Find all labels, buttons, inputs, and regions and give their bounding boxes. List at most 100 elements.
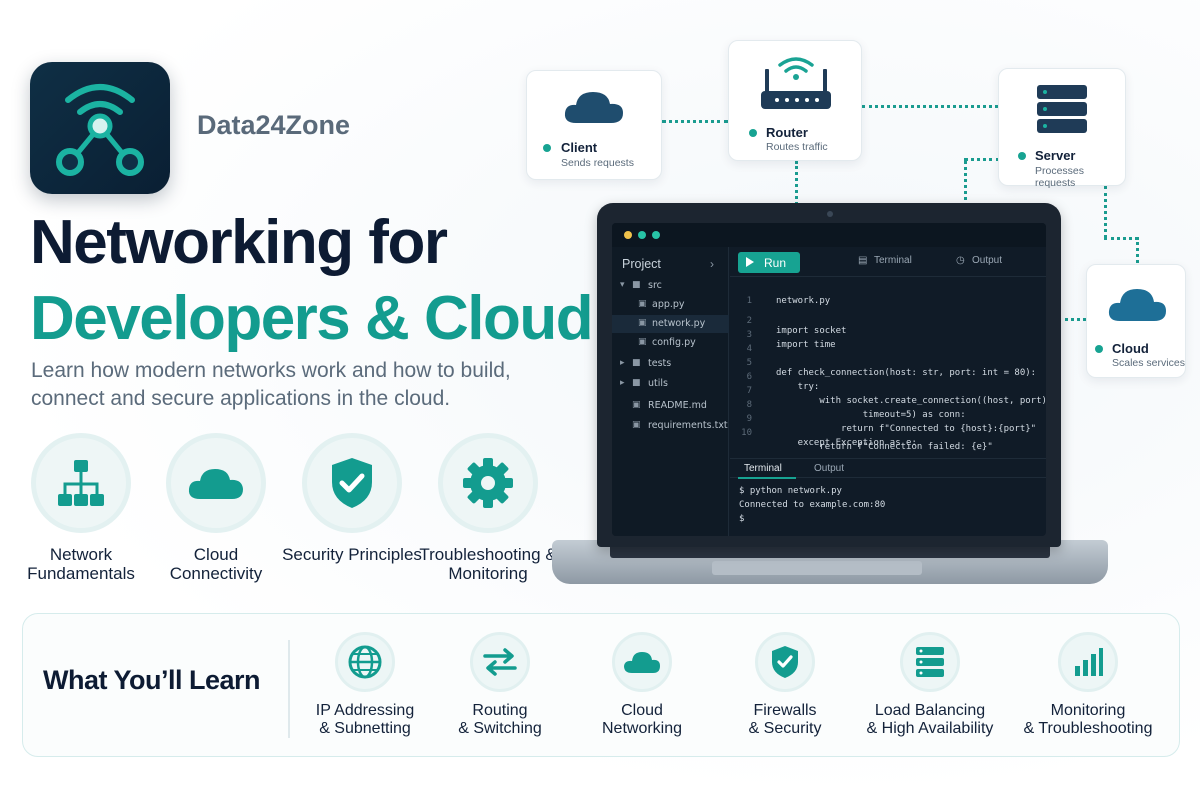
shield-check-icon xyxy=(772,646,798,678)
tree-item-readme[interactable]: ▣ README.md xyxy=(612,397,729,415)
code-line: 5 def check_connection(host: str, port: … xyxy=(730,348,1037,378)
laptop-trackpad xyxy=(712,561,922,575)
client-subtitle: Sends requests xyxy=(561,157,634,169)
connector-server-cloud-v1 xyxy=(1104,186,1107,238)
chevron-right-icon: ▸ xyxy=(620,358,625,368)
code-line: 9 return f"Connected to {host}:{port}" xyxy=(730,404,1037,434)
window-dot-icon[interactable] xyxy=(652,231,660,239)
learn-item-line: & Troubleshooting xyxy=(1023,720,1153,737)
connector-server-cloud-h xyxy=(1104,237,1138,240)
learn-item-line: Load Balancing xyxy=(874,702,986,719)
server-icon xyxy=(916,647,944,677)
subtitle: Learn how modern networks work and how t… xyxy=(31,359,511,410)
cloud-icon xyxy=(1108,289,1166,321)
connector-laptop-cloud xyxy=(1058,318,1086,321)
connector-client-router xyxy=(662,120,728,123)
file-icon: ▣ xyxy=(632,420,641,430)
terminal-line: Connected to example.com:80 xyxy=(739,500,886,510)
headline-line-1: Networking for xyxy=(30,208,448,277)
window-titlebar xyxy=(612,223,1046,247)
code-editor[interactable]: network.py 1 2 import socket 3 import ti… xyxy=(730,278,1046,458)
learn-icon-circle xyxy=(612,632,672,692)
clock-icon: ◷ xyxy=(956,255,965,266)
learn-icon-circle xyxy=(470,632,530,692)
code-line: 3 import time xyxy=(730,320,836,350)
cloud-card: Cloud Scales services xyxy=(1086,264,1186,378)
client-card: Client Sends requests xyxy=(526,70,662,180)
tree-item-label: src xyxy=(648,280,662,291)
connector-server-laptop xyxy=(964,160,967,208)
tree-item-config-py[interactable]: ▣ config.py xyxy=(612,334,729,352)
window-dot-icon[interactable] xyxy=(638,231,646,239)
feature-network-fundamentals: Network Fundamentals xyxy=(11,433,151,583)
tree-item-label: tests xyxy=(648,358,672,369)
code-text: with socket.create_connection((host, por… xyxy=(776,396,1046,406)
chevron-down-icon: ▾ xyxy=(620,280,625,290)
tab-terminal[interactable]: Terminal xyxy=(744,463,782,474)
feature-label: Troubleshooting & Monitoring xyxy=(419,545,557,583)
tree-item-label: config.py xyxy=(652,337,696,348)
run-button[interactable]: Run xyxy=(738,252,800,273)
ide-window: Project › ▾ ■ src ▣ app.py ▣ network.py … xyxy=(612,223,1046,536)
file-icon: ▣ xyxy=(632,400,641,410)
tree-item-app-py[interactable]: ▣ app.py xyxy=(612,296,729,314)
connector-router-laptop xyxy=(795,161,798,205)
code-text: return f"Connection failed: {e}" xyxy=(776,442,993,452)
active-tab-indicator xyxy=(738,477,796,479)
cloud-subtitle: Scales services xyxy=(1112,357,1185,369)
learn-item-label: Monitoring & Troubleshooting xyxy=(1003,702,1173,738)
status-dot xyxy=(1095,345,1103,353)
cloud-icon xyxy=(624,652,660,673)
tree-item-label: README.md xyxy=(648,400,707,411)
editor-toolbar: Run ▤ Terminal ◷ Output xyxy=(730,247,1046,277)
file-icon: ▣ xyxy=(638,318,647,328)
connector-router-server xyxy=(862,105,998,108)
router-icon xyxy=(761,57,831,109)
chevron-right-icon[interactable]: › xyxy=(710,257,714,271)
code-line: 6 try: xyxy=(730,362,820,392)
headline: Networking for Developers & Cloud xyxy=(30,208,594,350)
connector-server-cloud-v2 xyxy=(1136,237,1139,263)
router-title: Router xyxy=(766,125,808,140)
cloud-icon xyxy=(188,469,243,499)
folder-icon: ■ xyxy=(632,358,641,368)
code-line: 8 timeout=5) as conn: xyxy=(730,390,966,420)
window-dot-icon[interactable] xyxy=(624,231,632,239)
tree-item-utils[interactable]: ▸ ■ utils xyxy=(612,375,729,393)
learn-title: What You’ll Learn xyxy=(43,665,261,695)
code-text: import time xyxy=(776,340,836,350)
learn-icon-circle xyxy=(755,632,815,692)
feature-icon-circle xyxy=(438,433,538,533)
terminal-prompt[interactable]: $ xyxy=(739,514,744,524)
terminal-line: $ python network.py xyxy=(739,486,842,496)
server-card: Server Processes requests xyxy=(998,68,1126,189)
server-title: Server xyxy=(1035,148,1076,163)
learn-item-load-balancing: Load Balancing & High Availability xyxy=(845,632,1015,738)
tree-item-network-py[interactable]: ▣ network.py xyxy=(612,315,729,333)
code-line: return f"Connection failed: {e}" xyxy=(730,432,992,452)
learn-icon-circle xyxy=(900,632,960,692)
feature-icon-circle xyxy=(31,433,131,533)
tree-item-label: network.py xyxy=(652,318,706,329)
shield-check-icon xyxy=(332,458,372,508)
learn-icon-circle xyxy=(1058,632,1118,692)
tree-item-src[interactable]: ▾ ■ src xyxy=(612,277,729,295)
router-subtitle: Routes traffic xyxy=(766,141,828,153)
code-text: try: xyxy=(776,382,820,392)
code-line: 10 except Exception as e: xyxy=(730,418,917,448)
toolbar-terminal-button[interactable]: Terminal xyxy=(874,255,912,266)
code-line: 4 xyxy=(730,334,763,354)
folder-icon: ■ xyxy=(632,280,641,290)
learn-item-line: Monitoring xyxy=(1050,702,1126,719)
feature-icon-circle xyxy=(166,433,266,533)
tree-item-label: app.py xyxy=(652,299,685,310)
status-dot xyxy=(749,129,757,137)
chevron-right-icon: ▸ xyxy=(620,378,625,388)
learn-icon-circle xyxy=(335,632,395,692)
tree-item-tests[interactable]: ▸ ■ tests xyxy=(612,355,729,373)
tab-output[interactable]: Output xyxy=(814,463,844,474)
file-icon: ▣ xyxy=(638,299,647,309)
status-dot xyxy=(543,144,551,152)
toolbar-output-button[interactable]: Output xyxy=(972,255,1002,266)
tree-item-requirements[interactable]: ▣ requirements.txt xyxy=(612,417,729,435)
